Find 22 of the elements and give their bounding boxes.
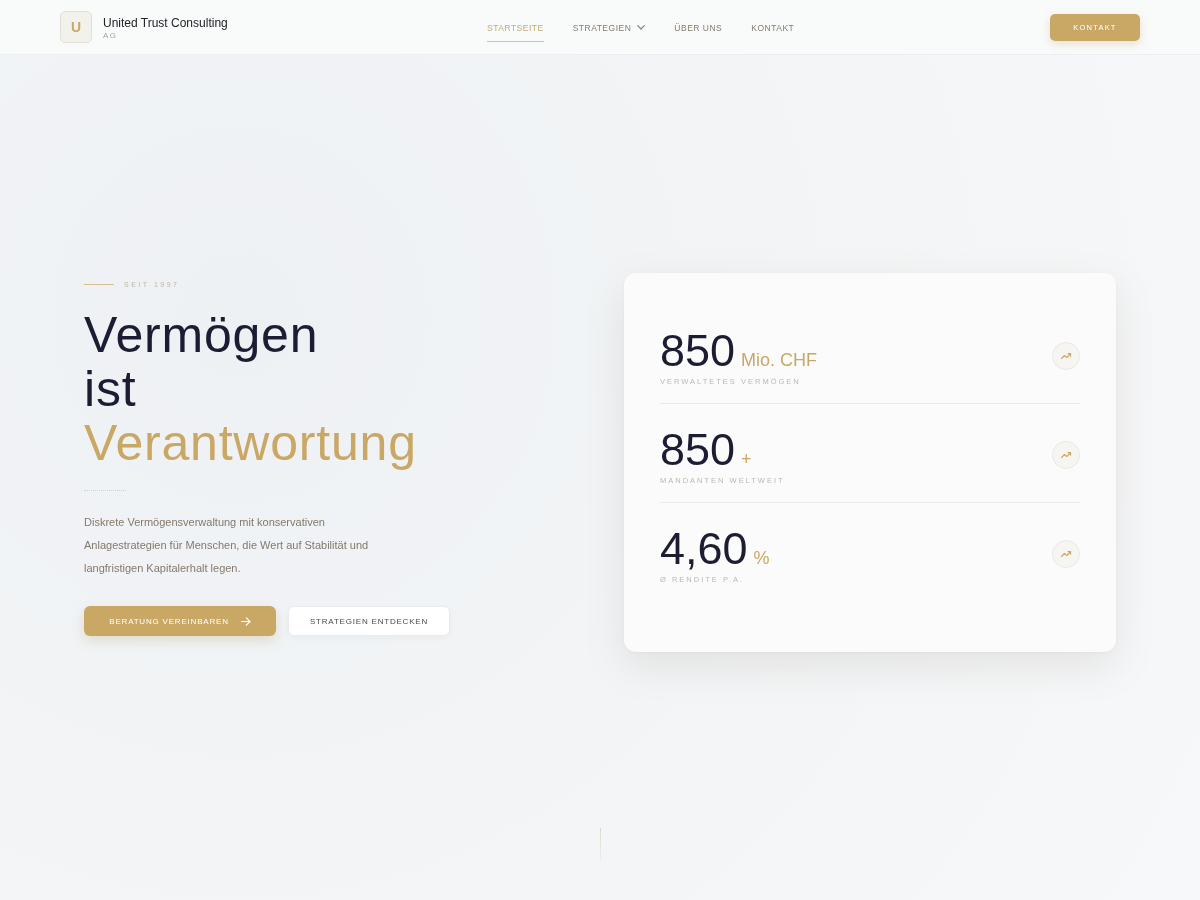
hero-heading-line: Vermögen [84,308,319,362]
nav-link[interactable]: STRATEGIEN [572,14,646,42]
stat-unit: % [753,548,770,569]
hero-description: Diskrete Vermögensverwaltung mit konservativen Anlagestrategien für Menschen, die Wert auf Stabilität und langfristigen Kapitalerhalt legen. [84,515,370,576]
stat-unit: Mio. CHF [741,350,818,371]
strategies-button[interactable]: STRATEGIEN ENTDECKEN [288,606,450,636]
nav-link[interactable]: ÜBER UNS [674,14,723,42]
consultation-button[interactable]: BERATUNG VEREINBAREN [84,606,276,636]
trend-up-icon [1052,440,1080,469]
trend-up-icon [1052,539,1080,568]
nav-link[interactable]: STARTSEITE [487,14,544,42]
hero-heading-line: Verantwortung [84,416,417,470]
company-suffix: AG [103,31,118,41]
trend-up-icon [1052,341,1080,370]
stat-value: 850 [660,424,736,476]
hero-heading-line: ist [84,362,137,416]
stat-unit: + [741,449,752,470]
stat-value: 850 [660,325,736,377]
stat-value: 4,60 [660,523,748,575]
nav-link[interactable]: KONTAKT [751,14,795,42]
scroll-indicator [599,828,601,862]
company-name: United Trust Consulting [103,16,228,30]
